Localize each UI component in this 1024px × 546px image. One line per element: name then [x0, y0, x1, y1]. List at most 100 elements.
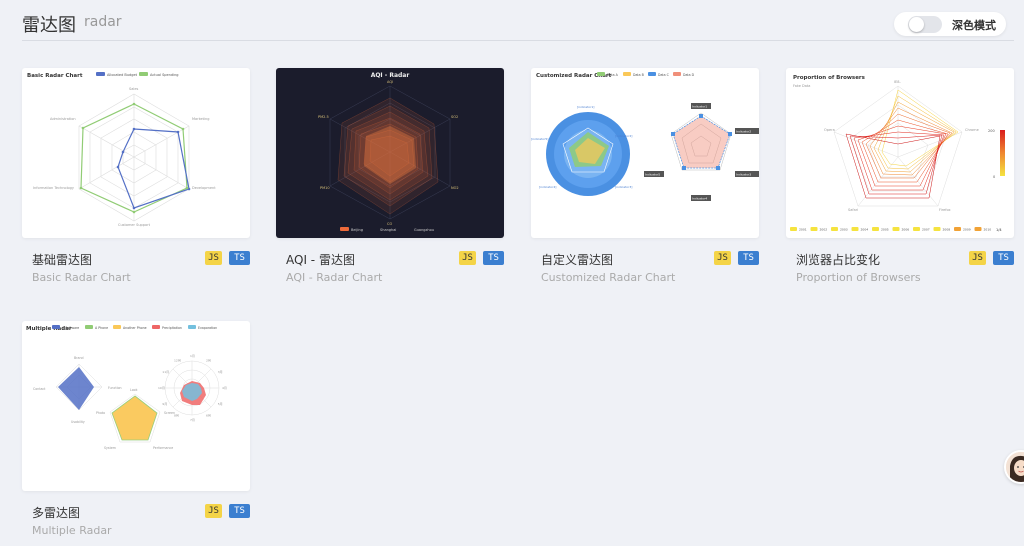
card-subtitle: Multiple Radar — [32, 524, 112, 537]
month-label: 12月 — [174, 358, 181, 362]
year-legend-swatch[interactable] — [892, 227, 900, 231]
month-label: 8月 — [174, 414, 179, 418]
legend-swatch — [623, 72, 631, 76]
legend-label: Allocated Budget — [107, 73, 138, 77]
year-legend-label: 2002 — [820, 228, 828, 232]
month-label: 2月 — [206, 358, 211, 362]
year-legend-swatch[interactable] — [790, 227, 797, 231]
axis-label: Chrome — [965, 128, 979, 132]
legend-label: Another Phone — [123, 326, 147, 330]
axis-label: Performance — [153, 446, 173, 450]
month-label: 1月 — [190, 354, 195, 358]
axis-label: Contact — [33, 387, 46, 391]
js-badge[interactable]: JS — [205, 251, 222, 265]
year-legend-label: 2009 — [963, 228, 971, 232]
series-phones — [111, 395, 158, 441]
ts-badge[interactable]: TS — [229, 504, 250, 518]
axis-label: Function — [108, 386, 122, 390]
month-label: 11月 — [162, 370, 169, 374]
year-legend-swatch[interactable] — [913, 227, 920, 231]
ts-badge[interactable]: TS — [483, 251, 504, 265]
ts-badge[interactable]: TS — [993, 251, 1014, 265]
ts-badge[interactable]: TS — [229, 251, 250, 265]
month-label: 3月 — [218, 370, 223, 374]
chart-thumbnail[interactable]: Proportion of Browsers Fake Data IE8- Ch… — [786, 68, 1014, 238]
year-legend-swatch[interactable] — [933, 227, 941, 231]
year-legend-swatch[interactable] — [831, 227, 838, 231]
indicator-tag-label: Indicator5 — [645, 173, 660, 177]
legend-label: Actual Spending — [150, 73, 179, 77]
js-badge[interactable]: JS — [969, 251, 986, 265]
axis-label: Opera — [824, 128, 835, 132]
year-legend-swatch[interactable] — [954, 227, 961, 231]
axis-label: Brand — [74, 356, 84, 360]
js-badge[interactable]: JS — [205, 504, 222, 518]
js-badge[interactable]: JS — [459, 251, 476, 265]
year-legend-swatch[interactable] — [810, 227, 818, 231]
legend-label: Data B — [633, 73, 644, 77]
axis-label: Safari — [848, 208, 858, 212]
chart-thumbnail[interactable]: Multiple Radar A Software A Phone Anothe… — [22, 321, 250, 491]
legend-label: Data C — [658, 73, 670, 77]
legend-swatch — [52, 325, 60, 329]
axis-label: [indicator1] — [577, 105, 594, 109]
preview-subtitle: Fake Data — [793, 84, 810, 88]
preview-title: Basic Radar Chart — [27, 73, 83, 79]
legend-swatch — [139, 72, 148, 76]
basic-radar-preview: Basic Radar Chart Allocated Budget Actua… — [27, 72, 216, 227]
axis-label: NO2 — [451, 186, 459, 190]
js-badge[interactable]: JS — [714, 251, 731, 265]
dark-mode-toggle[interactable]: 深色模式 — [894, 12, 1006, 36]
legend-label: Precipitation — [162, 326, 182, 330]
year-legend-label: 2003 — [840, 228, 848, 232]
multiple-radar-preview: Multiple Radar A Software A Phone Anothe… — [26, 325, 227, 450]
page-header: 雷达图 radar 深色模式 — [22, 8, 1014, 41]
avatar-image — [1006, 452, 1024, 482]
year-legend-swatch[interactable] — [851, 227, 859, 231]
assistant-avatar[interactable] — [1004, 450, 1024, 484]
year-legend-label: 2001 — [799, 228, 807, 232]
legend-label: Data D — [683, 73, 695, 77]
axis-label: System — [104, 446, 116, 450]
axis-label: [indicator2] — [615, 134, 632, 138]
chart-thumbnail[interactable]: AQI - Radar AQI SO2 NO2 CO PM10 PM2.5 Be… — [276, 68, 504, 238]
visual-map[interactable] — [1000, 130, 1005, 176]
year-legend-label: 2004 — [861, 228, 869, 232]
legend-swatch — [85, 325, 93, 329]
card-subtitle: Basic Radar Chart — [32, 271, 131, 284]
card-subtitle: AQI - Radar Chart — [286, 271, 383, 284]
month-label: 7月 — [190, 418, 195, 422]
axis-label: PM2.5 — [318, 115, 329, 119]
visual-map-max: 200 — [988, 129, 995, 133]
axis-label: Marketing — [192, 117, 209, 121]
legend-swatch — [96, 72, 105, 76]
indicator-tag-label: Indicator4 — [692, 197, 707, 201]
year-legend-label: 2008 — [943, 228, 951, 232]
indicator-tag-label: Indicator3 — [736, 173, 751, 177]
axis-label: Development — [192, 186, 216, 190]
legend-page-indicator[interactable]: 1/4 — [996, 228, 1002, 232]
year-legend-label: 2006 — [902, 228, 910, 232]
card-title: 自定义雷达图 — [541, 253, 614, 267]
axis-label: Information Technology — [33, 186, 74, 190]
dark-mode-switch[interactable] — [908, 16, 942, 33]
dark-mode-label: 深色模式 — [952, 19, 996, 32]
chart-thumbnail[interactable]: Basic Radar Chart Allocated Budget Actua… — [22, 68, 250, 238]
legend-label: Guangzhou — [414, 228, 434, 232]
browser-radar-preview: Proportion of Browsers Fake Data IE8- Ch… — [790, 75, 1005, 232]
legend-swatch — [152, 325, 160, 329]
axis-label: Usability — [71, 420, 85, 424]
card-title: 多雷达图 — [32, 506, 81, 520]
chart-thumbnail[interactable]: Customized Radar Chart Data A Data B Dat… — [531, 68, 759, 238]
year-legend-swatch[interactable] — [974, 227, 982, 231]
legend-label: A Phone — [95, 326, 108, 330]
axis-label: AQI — [387, 80, 393, 84]
year-legend-swatch[interactable] — [872, 227, 879, 231]
axis-label: Firefox — [939, 208, 951, 212]
card-subtitle: Proportion of Browsers — [796, 271, 921, 284]
legend-label: Beijing — [351, 228, 363, 232]
ts-badge[interactable]: TS — [738, 251, 759, 265]
aqi-radar-preview: AQI - Radar AQI SO2 NO2 CO PM10 PM2.5 Be… — [318, 72, 459, 232]
year-legend: 2001 2002 2003 2004 2005 2006 2007 2008 2009 2010 — [790, 227, 991, 232]
axis-label: Photo — [96, 411, 105, 415]
